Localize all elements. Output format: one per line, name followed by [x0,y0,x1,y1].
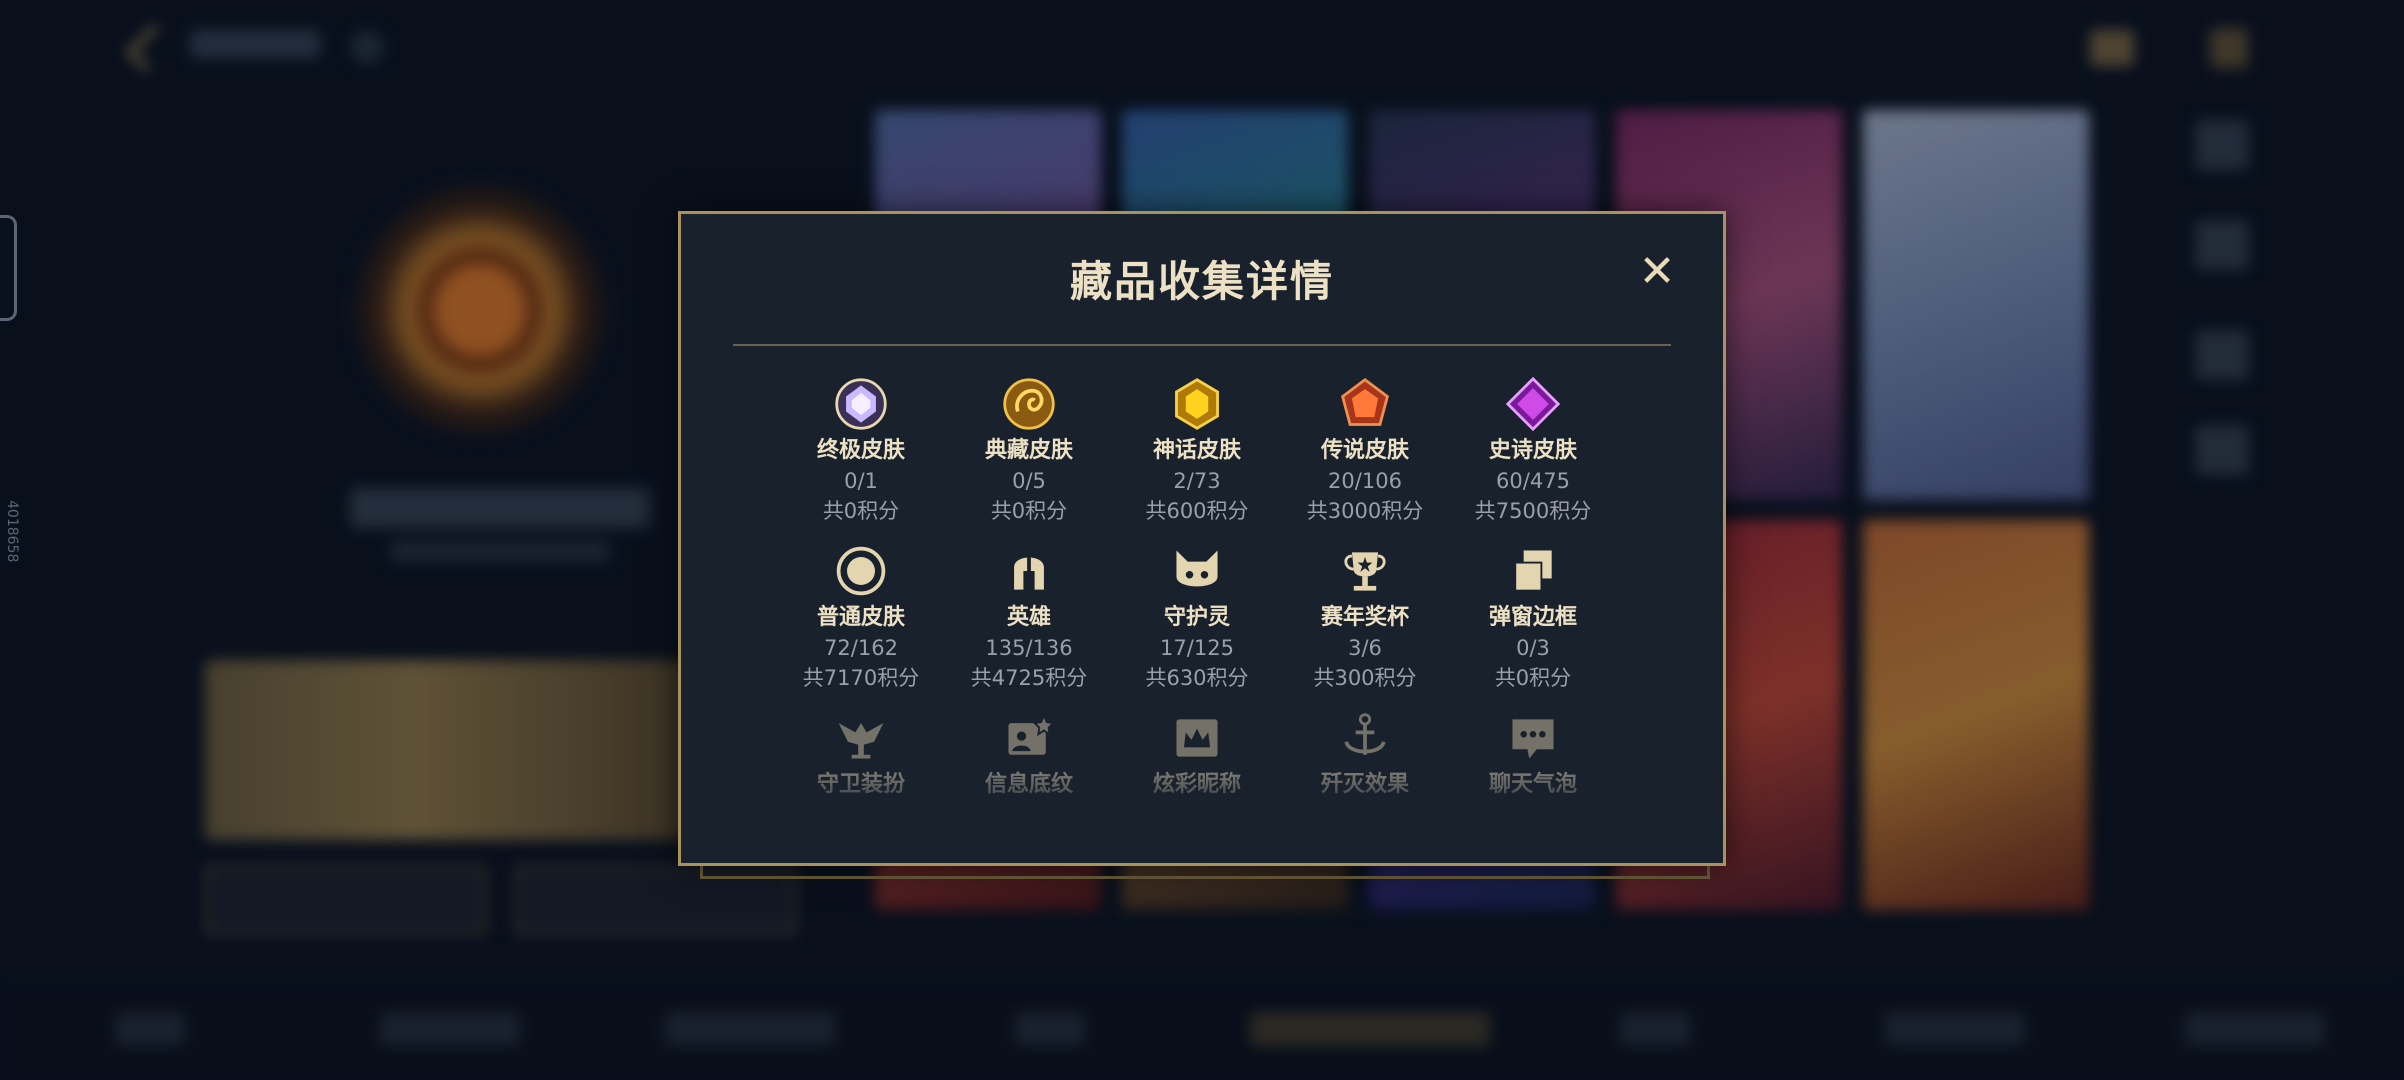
collection-item[interactable]: 典藏皮肤 0/5 共0积分 [945,374,1113,526]
profile-banner-icon [999,708,1059,768]
collection-item-count: 60/475 [1496,469,1570,493]
epic-skin-icon [1503,374,1563,434]
collection-item-points: 共0积分 [822,499,900,523]
ward-skin-icon [831,708,891,768]
dialog-title: 藏品收集详情 [1069,257,1334,306]
collection-item-count: 0/5 [1012,469,1046,493]
mythic-skin-icon [1167,374,1227,434]
collection-item-name: 弹窗边框 [1488,605,1577,630]
guardian-spirit-icon [1167,541,1227,601]
collection-item-count: 0/1 [844,469,878,493]
collection-item-points: 共3000积分 [1306,499,1424,523]
collection-item-count: 17/125 [1160,636,1234,660]
collection-item-points: 共0积分 [990,499,1068,523]
standard-skin-icon [831,541,891,601]
collection-item-points: 共0积分 [1494,666,1572,690]
collection-item-points: 共7170积分 [802,666,920,690]
collection-item-name: 传说皮肤 [1320,438,1409,463]
close-button[interactable]: ✕ [1637,250,1677,294]
collection-item-points: 共630积分 [1145,666,1249,690]
collection-details-dialog: 藏品收集详情 ✕ 终极皮肤 0/1 共0积分 典藏皮肤 0/5 共0积分 神话皮肤 2/73 共… [678,211,1726,866]
collection-item[interactable]: 史诗皮肤 60/475 共7500积分 [1449,374,1617,526]
ultimate-skin-icon [831,374,891,434]
scroll-fade [684,774,1720,814]
collection-item[interactable]: 终极皮肤 0/1 共0积分 [777,374,945,526]
collection-item-points: 共600积分 [1145,499,1249,523]
collection-item-name: 守护灵 [1163,605,1230,630]
collection-item[interactable]: 守护灵 17/125 共630积分 [1113,541,1281,693]
collection-item-name: 典藏皮肤 [984,438,1073,463]
collection-item[interactable]: 传说皮肤 20/106 共3000积分 [1281,374,1449,526]
collection-item-points: 共7500积分 [1474,499,1592,523]
elimination-effect-icon [1335,708,1395,768]
colored-name-icon [1167,708,1227,768]
collection-item-points: 共4725积分 [970,666,1088,690]
collection-item[interactable]: 普通皮肤 72/162 共7170积分 [777,541,945,693]
collection-item-name: 史诗皮肤 [1488,438,1577,463]
collection-item-name: 赛年奖杯 [1320,605,1409,630]
collection-item[interactable]: 英雄 135/136 共4725积分 [945,541,1113,693]
divider [733,344,1671,346]
collection-item-points: 共300积分 [1313,666,1417,690]
modal-shadow [700,866,1710,879]
collection-item-count: 72/162 [824,636,898,660]
collection-item-name: 英雄 [1006,605,1051,630]
collection-item-count: 3/6 [1348,636,1382,660]
collection-item-name: 普通皮肤 [816,605,905,630]
chat-bubble-icon [1503,708,1563,768]
collection-item-count: 20/106 [1328,469,1402,493]
collection-item[interactable]: 神话皮肤 2/73 共600积分 [1113,374,1281,526]
side-id-text: 4018658 [4,500,20,563]
collector-skin-icon [999,374,1059,434]
collection-item[interactable]: 弹窗边框 0/3 共0积分 [1449,541,1617,693]
hero-helmet-icon [999,541,1059,601]
legendary-skin-icon [1335,374,1395,434]
side-drawer-tab[interactable] [0,215,17,321]
collection-item-name: 神话皮肤 [1152,438,1241,463]
collection-item-count: 2/73 [1173,469,1221,493]
collection-item-count: 135/136 [985,636,1073,660]
collection-item-count: 0/3 [1516,636,1550,660]
collection-item-name: 终极皮肤 [816,438,905,463]
season-trophy-icon [1335,541,1395,601]
collection-item[interactable]: 赛年奖杯 3/6 共300积分 [1281,541,1449,693]
popup-frame-icon [1503,541,1563,601]
